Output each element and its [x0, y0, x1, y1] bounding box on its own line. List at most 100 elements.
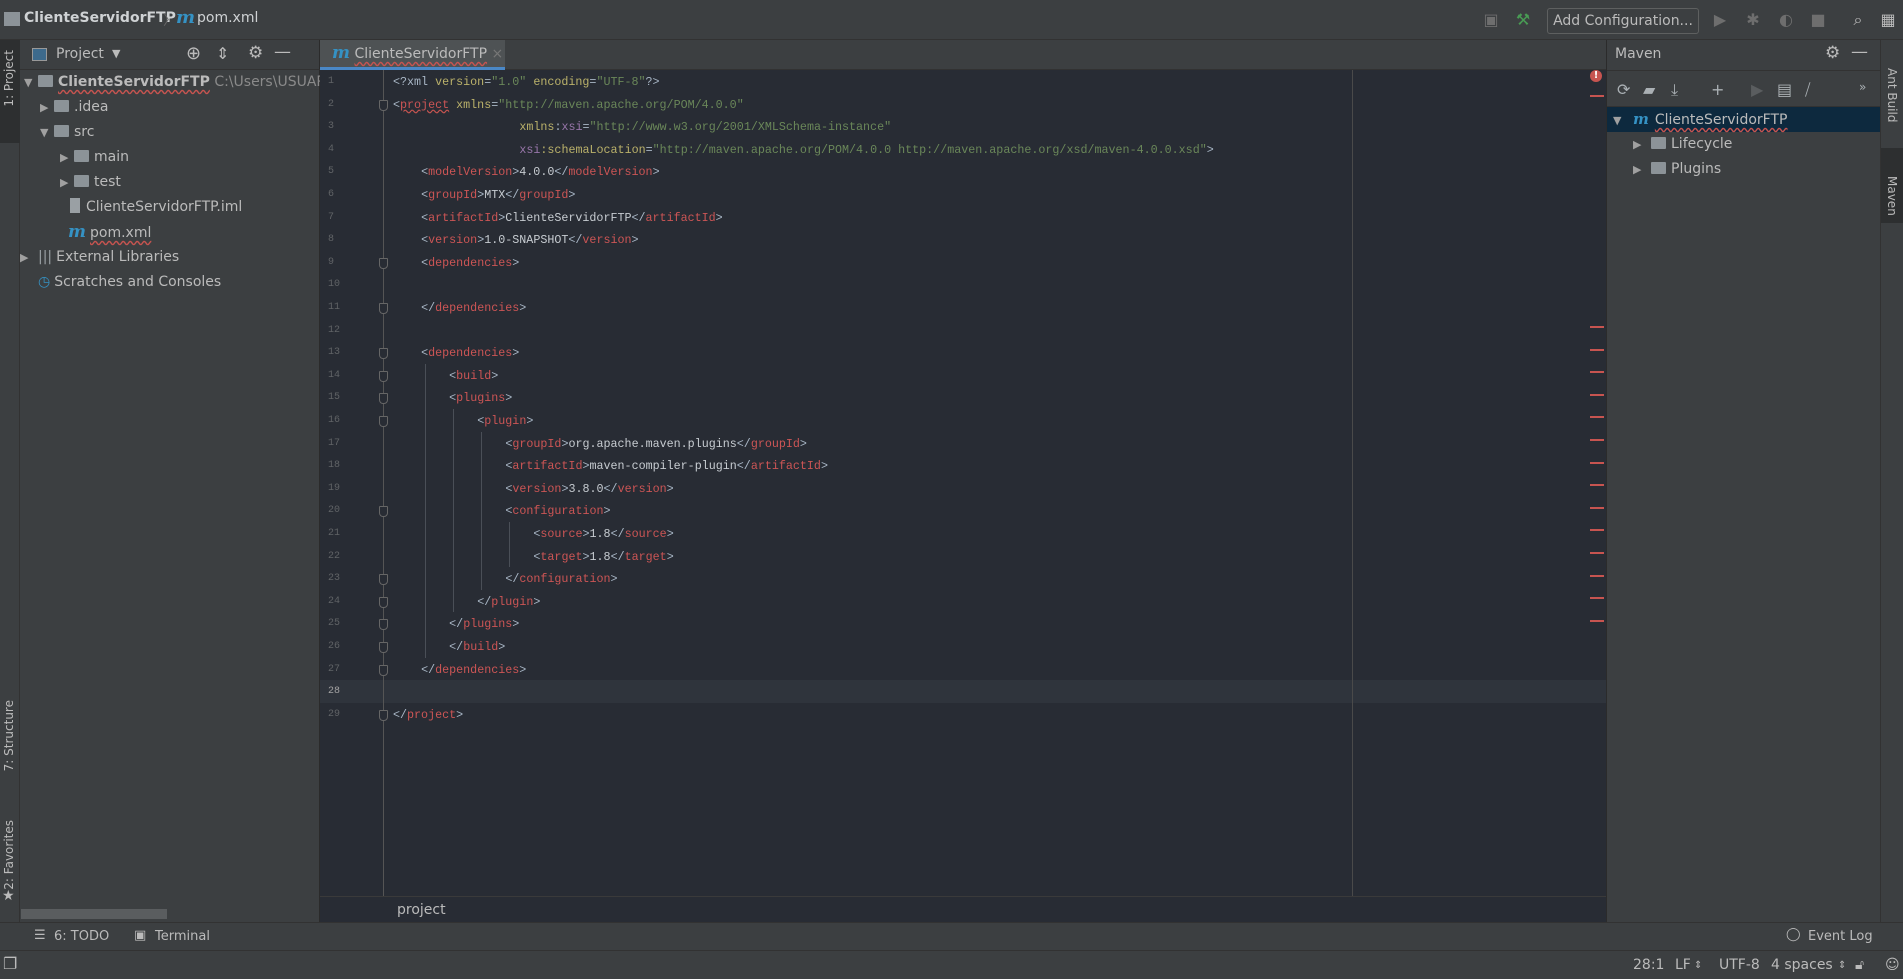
code-line[interactable]: 28	[320, 681, 1606, 704]
fold-marker-icon[interactable]	[379, 416, 388, 427]
maven-tree-lifecycle[interactable]: ▶ Lifecycle	[1607, 132, 1881, 157]
fold-marker-icon[interactable]	[379, 506, 388, 518]
code-line[interactable]: 25 </plugins>	[320, 613, 1606, 636]
run-icon[interactable]: ▶	[1708, 8, 1732, 32]
code-line[interactable]: 12	[320, 320, 1606, 343]
error-stripe-mark[interactable]	[1590, 371, 1604, 374]
line-separator[interactable]: LF	[1675, 957, 1691, 973]
error-indicator-icon[interactable]: !	[1590, 70, 1602, 82]
fold-marker-icon[interactable]	[379, 642, 388, 653]
structure-breadcrumb[interactable]: project	[320, 896, 1606, 922]
error-stripe-mark[interactable]	[1590, 416, 1604, 419]
code-line[interactable]: 23 </configuration>	[320, 568, 1606, 591]
minimize-icon[interactable]: —	[1851, 42, 1868, 62]
terminal-tab[interactable]: Terminal	[155, 929, 210, 944]
error-stripe-mark[interactable]	[1590, 506, 1604, 509]
fold-marker-icon[interactable]	[379, 596, 388, 608]
error-stripe-mark[interactable]	[1590, 326, 1604, 328]
error-stripe-mark[interactable]	[1590, 552, 1604, 554]
code-line[interactable]: 15 <plugins>	[320, 387, 1606, 410]
run-window-icon[interactable]: ▣	[1479, 8, 1503, 32]
code-line[interactable]: 4 xsi:schemaLocation="http://maven.apache…	[320, 139, 1606, 162]
tree-item-main[interactable]: ▶ main	[60, 145, 129, 170]
search-icon[interactable]: ⌕	[1846, 8, 1870, 32]
tree-item-external-libraries[interactable]: ▶ ||| External Libraries	[20, 245, 179, 270]
download-icon[interactable]: ⤓	[1671, 80, 1678, 100]
toggle-tool-windows-icon[interactable]: ❐	[3, 954, 17, 973]
tree-item-root[interactable]: ▼ ClienteServidorFTP C:\Users\USUARIO	[24, 70, 341, 95]
file-encoding[interactable]: UTF-8	[1719, 957, 1760, 973]
debug-icon[interactable]: ✱	[1741, 8, 1765, 32]
fold-marker-icon[interactable]	[379, 370, 388, 382]
run-icon[interactable]: ▶	[1751, 80, 1763, 99]
error-stripe-mark[interactable]	[1590, 574, 1604, 577]
event-log-tab[interactable]: Event Log	[1808, 929, 1873, 944]
gear-icon[interactable]: ⚙	[248, 43, 263, 63]
maven-tree-root[interactable]: ▼ m ClienteServidorFTP	[1607, 107, 1881, 132]
tree-item-scratches[interactable]: ◷ Scratches and Consoles	[38, 270, 221, 295]
tree-item-iml[interactable]: ClienteServidorFTP.iml	[70, 195, 242, 220]
gear-icon[interactable]: ⚙	[1825, 43, 1840, 63]
error-stripe-mark[interactable]	[1590, 348, 1604, 351]
fold-marker-icon[interactable]	[379, 664, 388, 676]
code-line[interactable]: 21 <source>1.8</source>	[320, 523, 1606, 546]
tab-ant-build[interactable]: Ant Build	[1885, 68, 1899, 122]
unlock-icon[interactable]: 🔓︎	[1855, 957, 1864, 973]
error-stripe-mark[interactable]	[1590, 439, 1604, 441]
error-stripe-mark[interactable]	[1590, 597, 1604, 600]
skip-tests-icon[interactable]: ⧸	[1805, 80, 1810, 100]
fold-marker-icon[interactable]	[379, 619, 388, 631]
stop-icon[interactable]: ■	[1806, 8, 1830, 32]
fold-marker-icon[interactable]	[379, 393, 388, 405]
maven-tree-plugins[interactable]: ▶ Plugins	[1607, 157, 1881, 182]
code-line[interactable]: 6 <groupId>MTX</groupId>	[320, 184, 1606, 207]
code-line[interactable]: 22 <target>1.8</target>	[320, 546, 1606, 569]
code-line[interactable]: 1 <?xml version="1.0" encoding="UTF-8"?>	[320, 71, 1606, 94]
indent-setting[interactable]: 4 spaces	[1771, 957, 1833, 973]
add-icon[interactable]: +	[1711, 80, 1724, 99]
error-stripe-mark[interactable]	[1590, 461, 1604, 464]
reimport-folder-icon[interactable]: ▰	[1643, 80, 1655, 99]
fold-marker-icon[interactable]	[379, 303, 388, 314]
caret-position[interactable]: 28:1	[1633, 957, 1664, 973]
code-line[interactable]: 19 <version>3.8.0</version>	[320, 478, 1606, 501]
code-line[interactable]: 10	[320, 274, 1606, 297]
code-line[interactable]: 14 <build>	[320, 365, 1606, 388]
code-line[interactable]: 13 <dependencies>	[320, 342, 1606, 365]
error-stripe-mark[interactable]	[1590, 619, 1604, 622]
project-view-dropdown[interactable]: Project	[56, 46, 104, 62]
code-line[interactable]: 18 <artifactId>maven-compiler-plugin</art…	[320, 455, 1606, 478]
locate-icon[interactable]: ⊕	[186, 43, 201, 64]
chevron-down-icon[interactable]: ▼	[112, 47, 120, 60]
tab-pom-xml[interactable]: m ClienteServidorFTP ×	[320, 40, 505, 70]
todo-tab[interactable]: 6: TODO	[54, 929, 109, 944]
error-stripe-mark[interactable]	[1590, 529, 1604, 532]
collapse-all-icon[interactable]: ⇕	[216, 44, 229, 63]
project-structure-icon[interactable]: ▦	[1876, 8, 1900, 32]
coverage-icon[interactable]: ◐	[1774, 8, 1798, 32]
code-area[interactable]: 1 <?xml version="1.0" encoding="UTF-8"?> 2…	[320, 70, 1606, 896]
code-line[interactable]: 8 <version>1.0-SNAPSHOT</version>	[320, 229, 1606, 252]
build-hammer-icon[interactable]: ⚒	[1511, 8, 1535, 32]
execute-goal-icon[interactable]: ▤	[1777, 80, 1792, 99]
tab-favorites[interactable]: 2: Favorites	[2, 820, 16, 890]
fold-marker-icon[interactable]	[379, 574, 388, 586]
code-line[interactable]: 17 <groupId>org.apache.maven.plugins</gro…	[320, 433, 1606, 456]
code-line[interactable]: 26 </build>	[320, 636, 1606, 659]
fold-marker-icon[interactable]	[379, 348, 388, 360]
code-line[interactable]: 9 <dependencies>	[320, 252, 1606, 275]
tree-item-idea[interactable]: ▶ .idea	[40, 95, 108, 120]
code-line[interactable]: 3 xmlns:xsi="http://www.w3.org/2001/XMLSc…	[320, 116, 1606, 139]
tree-item-pom[interactable]: m pom.xml	[68, 220, 151, 245]
code-line[interactable]: 5 <modelVersion>4.0.0</modelVersion>	[320, 161, 1606, 184]
tab-structure[interactable]: 7: Structure	[2, 700, 16, 771]
code-line[interactable]: 7 <artifactId>ClienteServidorFTP</artifac…	[320, 207, 1606, 230]
more-icon[interactable]: »	[1859, 80, 1866, 94]
code-line[interactable]: 29 </project>	[320, 704, 1606, 727]
tree-item-test[interactable]: ▶ test	[60, 170, 121, 195]
error-stripe-mark[interactable]	[1590, 393, 1604, 396]
fold-marker-icon[interactable]	[379, 709, 388, 721]
error-stripe-mark[interactable]	[1590, 484, 1604, 487]
code-line[interactable]: 2 <project xmlns="http://maven.apache.org…	[320, 94, 1606, 117]
add-configuration-button[interactable]: Add Configuration...	[1547, 8, 1699, 34]
